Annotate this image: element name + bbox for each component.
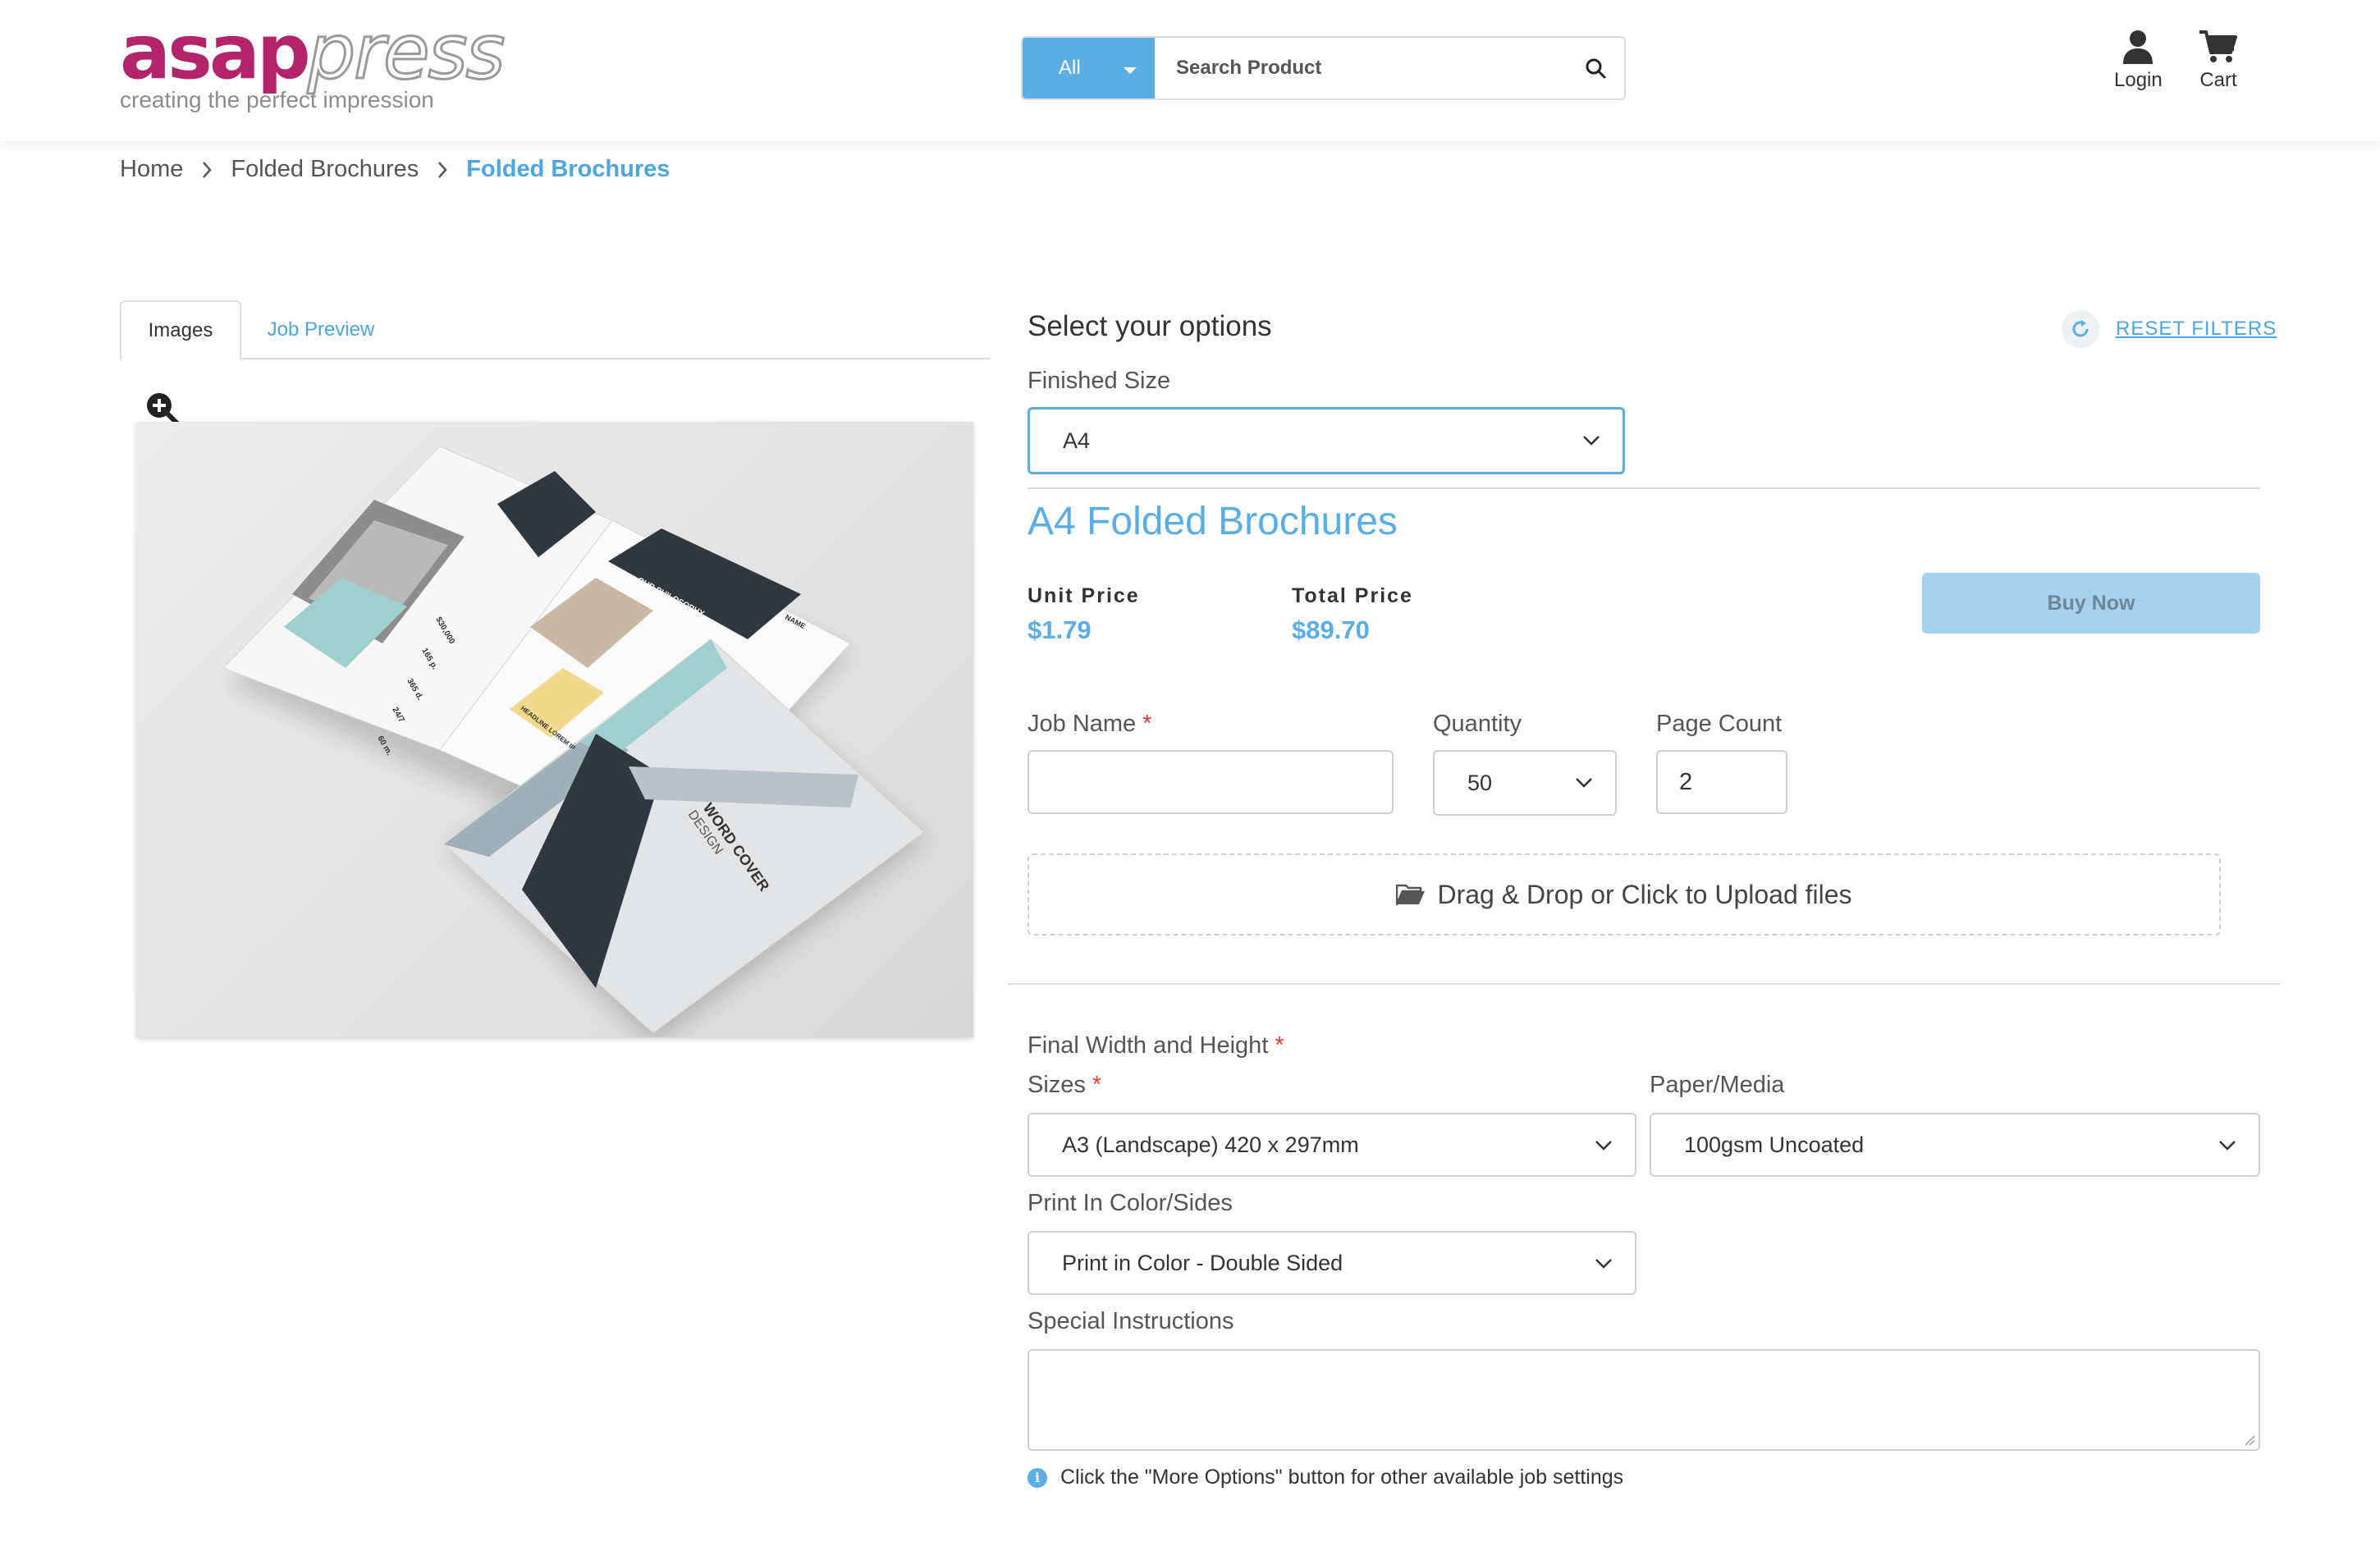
cart-link[interactable]: Cart: [2199, 30, 2237, 92]
quantity-value: 50: [1467, 770, 1493, 795]
site-header: asappress creating the perfect impressio…: [0, 0, 2380, 141]
special-instructions-textarea[interactable]: [1028, 1349, 2260, 1451]
search-category-dropdown[interactable]: All: [1023, 38, 1155, 98]
logo-wordmark: asappress: [120, 8, 506, 96]
options-title: Select your options: [1028, 310, 1272, 342]
resize-grip-icon[interactable]: [2242, 1433, 2255, 1446]
required-mark: *: [1092, 1072, 1102, 1098]
paper-media-label: Paper/Media: [1650, 1072, 1785, 1098]
buy-now-button[interactable]: Buy Now: [1922, 573, 2260, 634]
product-heading: A4 Folded Brochures: [1028, 500, 1398, 543]
search-input[interactable]: [1155, 38, 1567, 98]
page-count-input[interactable]: 2: [1656, 750, 1787, 814]
logo-tagline: creating the perfect impression: [120, 87, 434, 112]
page-count-label: Page Count: [1656, 711, 1783, 737]
sizes-label: Sizes *: [1028, 1072, 1102, 1098]
search-button[interactable]: [1567, 38, 1624, 98]
site-logo[interactable]: asappress creating the perfect impressio…: [120, 13, 506, 113]
quantity-label: Quantity: [1433, 711, 1522, 737]
reset-filters-button[interactable]: RESET FILTERS: [2062, 310, 2277, 348]
more-options-note: i Click the "More Options" button for ot…: [1028, 1466, 1623, 1489]
paper-media-value: 100gsm Uncoated: [1684, 1132, 1865, 1157]
required-mark: *: [1275, 1032, 1284, 1059]
breadcrumb-category[interactable]: Folded Brochures: [231, 156, 419, 183]
chevron-down-icon: [1583, 436, 1600, 446]
caret-down-icon: [1124, 67, 1137, 74]
user-icon: [2123, 30, 2153, 64]
tab-images[interactable]: Images: [120, 300, 241, 361]
divider: [1008, 983, 2280, 985]
unit-price-value: $1.79: [1028, 615, 1092, 644]
job-name-input[interactable]: [1028, 750, 1394, 814]
refresh-icon: [2062, 310, 2099, 348]
chevron-right-icon: [201, 161, 213, 179]
final-width-height-label: Final Width and Height *: [1028, 1032, 1284, 1059]
total-price-value: $89.70: [1292, 615, 1370, 644]
cart-label: Cart: [2199, 69, 2237, 91]
finished-size-select[interactable]: A4: [1028, 407, 1625, 474]
chevron-down-icon: [1595, 1141, 1612, 1151]
print-color-select[interactable]: Print in Color - Double Sided: [1028, 1231, 1636, 1295]
search-bar: All: [1021, 36, 1626, 100]
chevron-right-icon: [437, 161, 448, 179]
paper-media-select[interactable]: 100gsm Uncoated: [1650, 1113, 2260, 1177]
reset-filters-label: RESET FILTERS: [2116, 318, 2277, 340]
tab-job-preview[interactable]: Job Preview: [251, 300, 391, 359]
sizes-value: A3 (Landscape) 420 x 297mm: [1062, 1132, 1359, 1157]
login-label: Login: [2114, 69, 2163, 91]
breadcrumb-current: Folded Brochures: [466, 156, 671, 182]
unit-price-label: Unit Price: [1028, 584, 1140, 607]
upload-label: Drag & Drop or Click to Upload files: [1437, 879, 1852, 909]
cart-icon: [2199, 30, 2237, 62]
special-instructions-label: Special Instructions: [1028, 1308, 1234, 1334]
print-color-label: Print In Color/Sides: [1028, 1190, 1233, 1216]
quantity-select[interactable]: 50: [1433, 750, 1617, 816]
file-upload-dropzone[interactable]: Drag & Drop or Click to Upload files: [1028, 853, 2221, 936]
search-category-label: All: [1059, 57, 1081, 79]
required-mark: *: [1142, 711, 1152, 737]
job-name-label: Job Name *: [1028, 711, 1152, 737]
chevron-down-icon: [1576, 778, 1592, 788]
finished-size-value: A4: [1063, 428, 1091, 453]
product-media-tabs: Images Job Preview: [120, 300, 990, 361]
breadcrumb-home[interactable]: Home: [120, 156, 183, 183]
product-image[interactable]: WORD COVER DESIGN OUR PHILOSOPHY NAME HE…: [136, 422, 973, 1037]
info-icon: i: [1028, 1467, 1047, 1488]
finished-size-label: Finished Size: [1028, 368, 1171, 394]
login-link[interactable]: Login: [2114, 30, 2163, 92]
total-price-label: Total Price: [1292, 584, 1413, 607]
print-color-value: Print in Color - Double Sided: [1062, 1250, 1343, 1275]
chevron-down-icon: [1595, 1259, 1612, 1269]
divider: [1028, 487, 2260, 489]
search-icon: [1586, 58, 1606, 79]
more-options-note-text: Click the "More Options" button for othe…: [1060, 1466, 1624, 1489]
chevron-down-icon: [2219, 1141, 2236, 1151]
folder-open-icon: [1396, 882, 1426, 907]
sizes-select[interactable]: A3 (Landscape) 420 x 297mm: [1028, 1113, 1636, 1177]
breadcrumb: Home Folded Brochures Folded Brochures: [120, 156, 670, 183]
